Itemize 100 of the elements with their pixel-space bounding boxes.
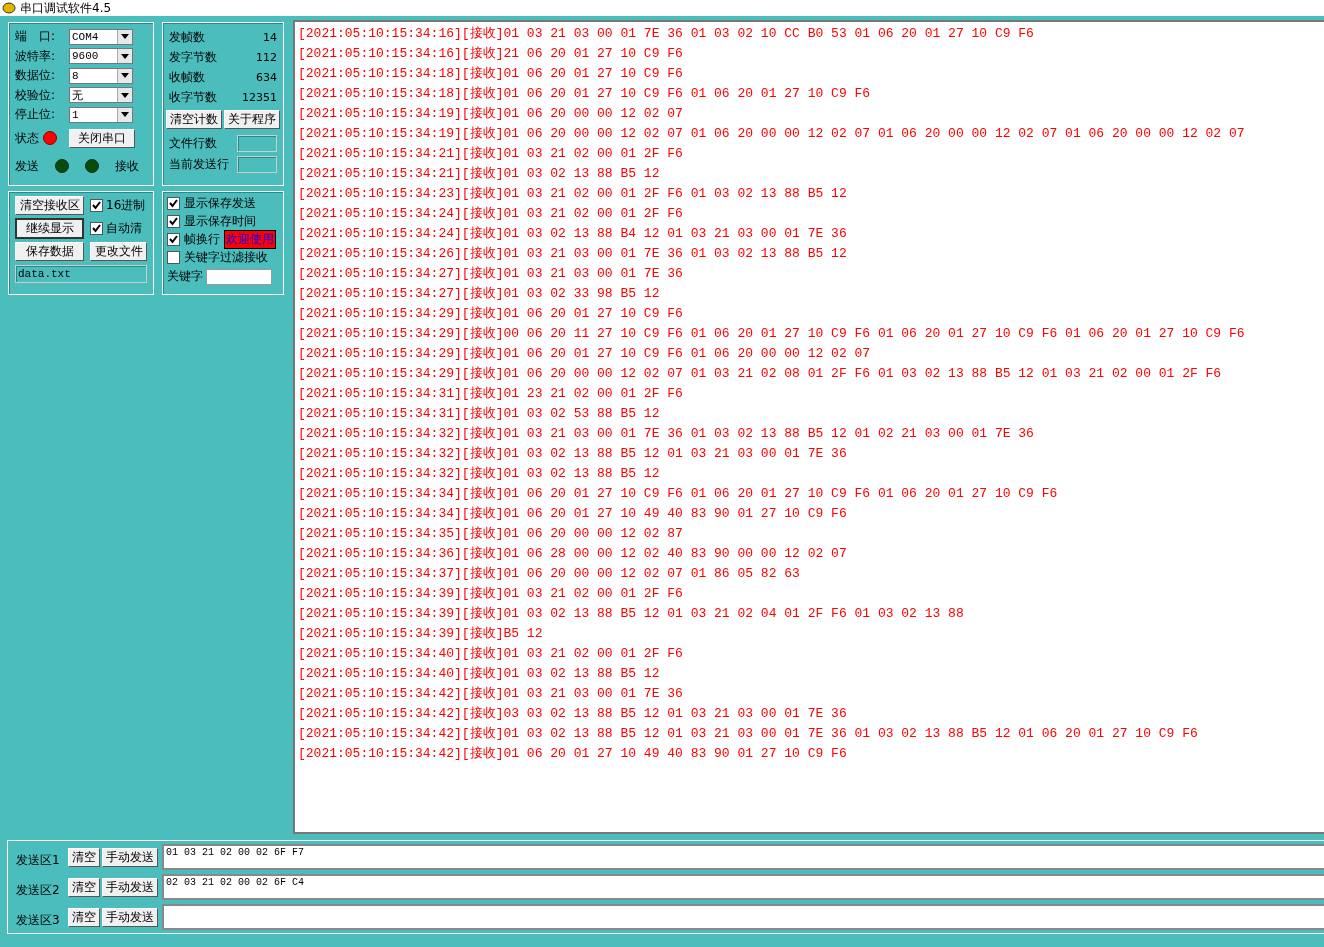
welcome-badge: 欢迎使用 xyxy=(224,229,276,249)
app-icon xyxy=(2,2,16,14)
log-line: [2021:05:10:15:34:32][接收]01 03 21 03 00 01 7E 36 01 03 02 13 88 B5 12 01 02 21 03 00 01 7E 36 xyxy=(298,425,1035,443)
log-line: [2021:05:10:15:34:21][接收]01 03 02 13 88 B5 12 xyxy=(298,165,661,183)
dropdown-arrow-icon xyxy=(121,34,129,40)
log-line: [2021:05:10:15:34:39][接收]B5 12 xyxy=(298,625,544,643)
log-line: [2021:05:10:15:34:27][接收]01 03 21 03 00 01 7E 36 xyxy=(298,265,684,283)
send-area-label: 发送区3 xyxy=(16,911,61,929)
log-line: [2021:05:10:15:34:16][接收]01 03 21 03 00 01 7E 36 01 03 02 10 CC B0 53 01 06 20 01 27 10 C9 F6 xyxy=(298,25,1035,43)
clear-button[interactable]: 清空 xyxy=(68,847,100,867)
dropdown-arrow-icon xyxy=(121,53,129,59)
continue-display-button[interactable]: 继续显示 xyxy=(15,218,84,239)
checkbox-label: 16进制 xyxy=(106,197,146,214)
counter-label: 发字节数 xyxy=(169,48,217,66)
log-line: [2021:05:10:15:34:36][接收]01 06 28 00 00 12 02 40 83 90 00 00 12 02 07 xyxy=(298,545,848,563)
log-line: [2021:05:10:15:34:32][接收]01 03 02 13 88 B5 12 01 03 21 03 00 01 7E 36 xyxy=(298,445,848,463)
log-line: [2021:05:10:15:34:31][接收]01 23 21 02 00 01 2F F6 xyxy=(298,385,684,403)
log-line: [2021:05:10:15:34:35][接收]01 06 20 00 00 12 02 87 xyxy=(298,525,684,543)
counter-value: 12351 xyxy=(242,90,277,104)
counter-value: 634 xyxy=(256,70,277,84)
manual-send-button[interactable]: 手动发送 xyxy=(102,847,158,867)
counter-button[interactable]: 关于程序 xyxy=(224,110,280,129)
log-line: [2021:05:10:15:34:19][接收]01 06 20 00 00 12 02 07 xyxy=(298,105,684,123)
log-line: [2021:05:10:15:34:24][接收]01 03 21 02 00 01 2F F6 xyxy=(298,205,684,223)
checkbox-label: 关键字过滤接收 xyxy=(184,248,268,266)
log-line: [2021:05:10:15:34:42][接收]01 06 20 01 27 10 49 40 83 90 01 27 10 C9 F6 xyxy=(298,745,848,763)
readonly-field xyxy=(237,156,277,173)
clear-button[interactable]: 清空 xyxy=(68,907,100,927)
change-file-button[interactable]: 更改文件 xyxy=(90,242,147,261)
log-line: [2021:05:10:15:34:29][接收]01 06 20 00 00 12 02 07 01 03 21 02 08 01 2F F6 01 03 02 13 88 B5 12 01 03 21 02 00 01 2F F6 xyxy=(298,365,1223,383)
log-line: [2021:05:10:15:34:40][接收]01 03 21 02 00 01 2F F6 xyxy=(298,645,684,663)
log-line: [2021:05:10:15:34:29][接收]01 06 20 01 27 10 C9 F6 xyxy=(298,305,684,323)
counter-label: 收帧数 xyxy=(169,68,205,86)
setting-dropdown[interactable]: COM4 xyxy=(69,28,133,45)
setting-label: 校验位: xyxy=(15,86,57,104)
checkbox-label: 显示保存时间 xyxy=(184,212,256,230)
receive-indicator-label: 接收 xyxy=(115,157,139,175)
log-line: [2021:05:10:15:34:31][接收]01 03 02 53 88 B5 12 xyxy=(298,405,661,423)
check-icon xyxy=(92,224,101,233)
log-line: [2021:05:10:15:34:26][接收]01 03 21 03 00 01 7E 36 01 03 02 13 88 B5 12 xyxy=(298,245,848,263)
log-line: [2021:05:10:15:34:23][接收]01 03 21 02 00 01 2F F6 01 03 02 13 88 B5 12 xyxy=(298,185,848,203)
send-area-label: 发送区1 xyxy=(16,851,61,869)
file-field-label: 当前发送行 xyxy=(169,156,229,173)
log-line: [2021:05:10:15:34:42][接收]01 03 02 13 88 B5 12 01 03 21 03 00 01 7E 36 01 03 02 13 88 B5 12 01 06 20 01 27 10 C9 F6 xyxy=(298,725,1199,743)
checkbox[interactable] xyxy=(90,222,103,235)
keyword-input[interactable] xyxy=(206,268,272,285)
send-indicator-label: 发送 xyxy=(15,157,39,175)
checkbox[interactable] xyxy=(90,199,103,212)
counter-label: 发帧数 xyxy=(169,28,205,46)
log-line: [2021:05:10:15:34:42][接收]01 03 21 03 00 01 7E 36 xyxy=(298,685,684,703)
log-line: [2021:05:10:15:34:34][接收]01 06 20 01 27 10 49 40 83 90 01 27 10 C9 F6 xyxy=(298,505,848,523)
log-line: [2021:05:10:15:34:19][接收]01 06 20 00 00 12 02 07 01 06 20 00 00 12 02 07 01 06 20 00 00 12 02 07 01 06 20 00 00 12 02 07 xyxy=(298,125,1246,143)
clear-button[interactable]: 清空 xyxy=(68,877,100,897)
setting-label: 数据位: xyxy=(15,67,57,85)
log-line: [2021:05:10:15:34:37][接收]01 06 20 00 00 12 02 07 01 86 05 82 63 xyxy=(298,565,801,583)
checkbox[interactable] xyxy=(167,196,180,210)
setting-label: 波特率: xyxy=(15,47,57,65)
setting-dropdown[interactable]: 8 xyxy=(69,67,133,84)
setting-label: 停止位: xyxy=(15,106,57,124)
send-input[interactable]: 02 03 21 02 00 02 6F C4 xyxy=(162,874,1324,900)
close-port-button[interactable]: 关闭串口 xyxy=(69,128,135,148)
send-area-label: 发送区2 xyxy=(16,881,61,899)
checkbox[interactable] xyxy=(167,214,180,228)
log-line: [2021:05:10:15:34:16][接收]21 06 20 01 27 10 C9 F6 xyxy=(298,45,684,63)
save-data-button[interactable]: 保存数据 xyxy=(15,242,84,261)
dropdown-arrow-icon xyxy=(121,112,129,118)
status-label: 状态 xyxy=(15,129,39,147)
send-input[interactable]: 01 03 21 02 00 02 6F F7 xyxy=(162,844,1324,870)
log-line: [2021:05:10:15:34:27][接收]01 03 02 33 98 B5 12 xyxy=(298,285,661,303)
log-line: [2021:05:10:15:34:29][接收]00 06 20 11 27 10 C9 F6 01 06 20 01 27 10 C9 F6 01 06 20 01 27 10 C9 F6 01 06 20 01 27 10 C9 F6 xyxy=(298,325,1246,343)
counter-label: 收字节数 xyxy=(169,88,217,106)
counter-value: 112 xyxy=(256,50,277,64)
checkbox-label: 显示保存发送 xyxy=(184,194,256,212)
checkbox-label: 自动清 xyxy=(106,220,142,237)
dropdown-arrow-icon xyxy=(121,92,129,98)
file-field-label: 文件行数 xyxy=(169,135,217,152)
checkbox[interactable] xyxy=(167,250,180,264)
dropdown-arrow-icon xyxy=(121,73,129,79)
log-line: [2021:05:10:15:34:39][接收]01 03 02 13 88 B5 12 01 03 21 02 04 01 2F F6 01 03 02 13 88 xyxy=(298,605,965,623)
log-line: [2021:05:10:15:34:34][接收]01 06 20 01 27 10 C9 F6 01 06 20 01 27 10 C9 F6 01 06 20 01 27 10 C9 F6 xyxy=(298,485,1059,503)
setting-dropdown[interactable]: 1 xyxy=(69,106,133,123)
checkbox[interactable] xyxy=(167,232,180,246)
log-line: [2021:05:10:15:34:32][接收]01 03 02 13 88 B5 12 xyxy=(298,465,661,483)
file-name-field[interactable]: data.txt xyxy=(15,265,147,283)
readonly-field xyxy=(237,135,277,152)
clear-receive-button[interactable]: 清空接收区 xyxy=(15,196,84,215)
check-icon xyxy=(92,201,101,210)
log-line: [2021:05:10:15:34:29][接收]01 06 20 01 27 10 C9 F6 01 06 20 00 00 12 02 07 xyxy=(298,345,872,363)
setting-dropdown[interactable]: 无 xyxy=(69,87,133,104)
log-line: [2021:05:10:15:34:18][接收]01 06 20 01 27 10 C9 F6 xyxy=(298,65,684,83)
setting-dropdown[interactable]: 9600 xyxy=(69,48,133,65)
log-line: [2021:05:10:15:34:18][接收]01 06 20 01 27 10 C9 F6 01 06 20 01 27 10 C9 F6 xyxy=(298,85,872,103)
log-line: [2021:05:10:15:34:42][接收]03 03 02 13 88 B5 12 01 03 21 03 00 01 7E 36 xyxy=(298,705,848,723)
counter-button[interactable]: 清空计数 xyxy=(166,110,222,129)
manual-send-button[interactable]: 手动发送 xyxy=(102,877,158,897)
setting-label: 端 口: xyxy=(15,28,57,46)
send-input[interactable] xyxy=(162,904,1324,930)
log-line: [2021:05:10:15:34:21][接收]01 03 21 02 00 01 2F F6 xyxy=(298,145,684,163)
manual-send-button[interactable]: 手动发送 xyxy=(102,907,158,927)
log-line: [2021:05:10:15:34:40][接收]01 03 02 13 88 B5 12 xyxy=(298,665,661,683)
